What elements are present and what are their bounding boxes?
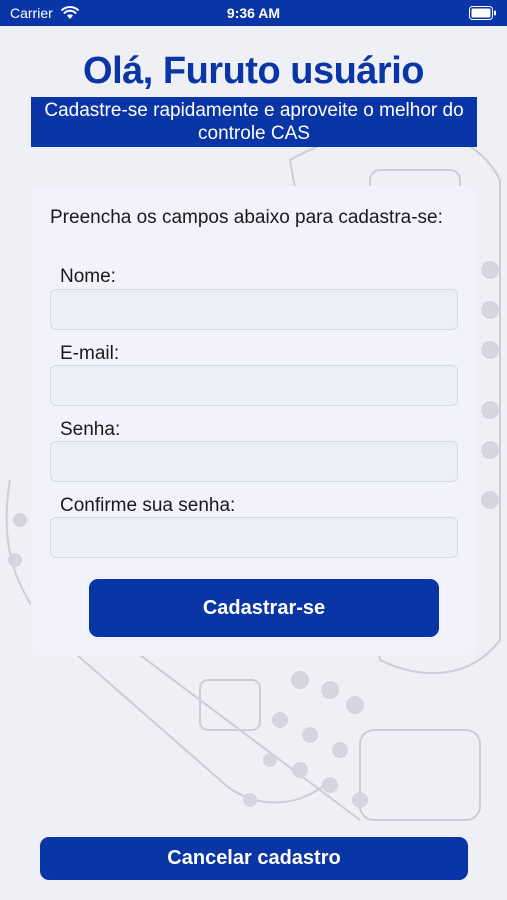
password-label: Senha:: [60, 419, 121, 440]
cancel-signup-button[interactable]: Cancelar cadastro: [40, 837, 468, 880]
password-field[interactable]: [50, 441, 458, 482]
page-title: Olá, Furuto usuário: [83, 50, 424, 92]
form-intro-text: Preencha os campos abaixo para cadastra-…: [50, 207, 443, 228]
name-field[interactable]: [50, 289, 458, 330]
status-bar: Carrier 9:36 AM: [0, 0, 507, 26]
page-subtitle: Cadastre-se rapidamente e aproveite o me…: [31, 97, 477, 147]
email-label: E-mail:: [60, 343, 120, 364]
status-time: 9:36 AM: [226, 5, 281, 21]
confirm-password-field[interactable]: [50, 517, 458, 558]
email-field[interactable]: [50, 365, 458, 406]
signup-button[interactable]: Cadastrar-se: [89, 579, 439, 637]
battery-icon: [469, 6, 496, 20]
signup-form-card: Preencha os campos abaixo para cadastra-…: [31, 186, 477, 656]
name-label: Nome:: [60, 266, 116, 287]
confirm-password-label: Confirme sua senha:: [60, 495, 236, 516]
